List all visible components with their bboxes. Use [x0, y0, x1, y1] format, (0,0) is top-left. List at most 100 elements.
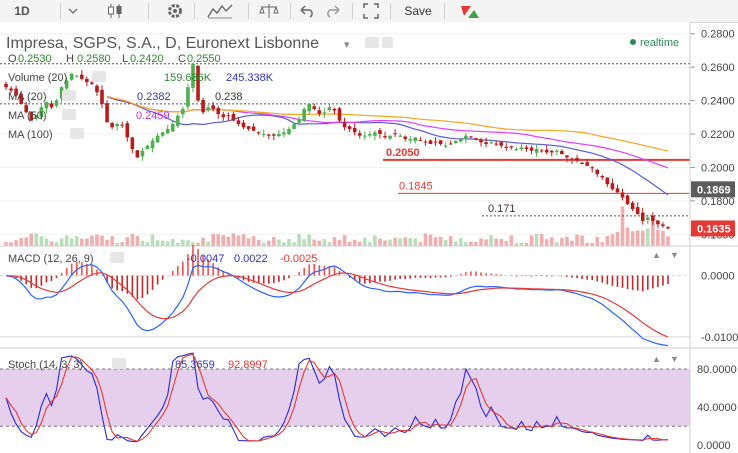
visibility-icon[interactable]: [112, 358, 126, 369]
stoch-k-value: 85.3659: [175, 359, 215, 371]
visibility-icon[interactable]: [110, 252, 124, 263]
candle-body: [398, 135, 402, 137]
candle-body: [661, 224, 665, 226]
volume-bar: [120, 242, 125, 246]
level-label: 0.171: [488, 203, 516, 215]
price-tick-label: 0.2800: [701, 29, 735, 41]
candle-body: [352, 127, 357, 133]
volume-bar: [297, 233, 301, 246]
volume-bar: [105, 239, 109, 246]
candle-body: [80, 74, 84, 79]
price-tick-label: 0.2200: [701, 129, 735, 141]
candle-body: [524, 147, 529, 150]
candle-body: [514, 149, 519, 151]
volume-bar: [201, 237, 205, 246]
candle-body: [226, 115, 231, 117]
visibility-icon[interactable]: [365, 37, 379, 48]
candle-body: [186, 87, 190, 107]
interval-dropdown-icon[interactable]: [66, 0, 80, 21]
candle-body: [44, 102, 49, 109]
redo-icon[interactable]: [322, 0, 344, 21]
visibility-icon[interactable]: [62, 90, 76, 101]
candle-body: [630, 202, 635, 210]
volume-bar: [226, 236, 231, 246]
ma100-legend-name: MA (100): [8, 129, 53, 141]
volume-bar: [666, 236, 670, 246]
volume-bar: [479, 238, 483, 246]
candle-body: [357, 133, 362, 136]
volume-bar: [317, 240, 322, 246]
volume-bar: [302, 239, 306, 246]
candle-body: [90, 82, 94, 84]
price-tick-label: 0.2000: [701, 162, 735, 174]
pane-up-icon[interactable]: ▲: [652, 250, 661, 260]
volume-bar: [625, 227, 630, 246]
save-button[interactable]: Save: [398, 0, 438, 21]
logo-icon[interactable]: [456, 0, 484, 21]
candle-body: [474, 138, 478, 140]
volume-bar: [408, 238, 413, 246]
candle-body: [585, 162, 589, 166]
volume-bar: [170, 238, 175, 246]
volume-bar: [428, 234, 433, 246]
macd-tick-label: 0.0000: [701, 271, 735, 283]
pane-down-icon[interactable]: ▼: [670, 354, 679, 364]
settings-icon[interactable]: [160, 0, 190, 21]
candle-body: [453, 140, 458, 143]
volume-bar: [362, 237, 367, 246]
volume-bar: [453, 241, 458, 246]
volume-bar: [59, 238, 64, 246]
visibility-icon[interactable]: [62, 109, 76, 120]
candle-body: [595, 169, 600, 175]
volume-bar: [231, 233, 236, 246]
candle-body: [342, 122, 347, 128]
level-label: 0.1845: [399, 180, 433, 192]
candle-body: [216, 108, 221, 114]
pane-down-icon[interactable]: ▼: [670, 250, 679, 260]
volume-bar: [39, 236, 44, 246]
toolbar-divider: [352, 3, 353, 19]
volume-bar: [656, 229, 660, 246]
volume-bar: [368, 242, 372, 246]
title-dropdown-icon[interactable]: ▾: [344, 39, 350, 51]
indicators-icon[interactable]: [200, 0, 240, 21]
candle-body: [317, 110, 322, 114]
pane-up-icon[interactable]: ▲: [652, 354, 661, 364]
candle-body: [261, 134, 266, 135]
volume-bar: [570, 240, 574, 246]
visibility-icon[interactable]: [70, 128, 84, 139]
ma50-legend-name: MA (50): [8, 110, 47, 122]
toolbar-divider: [390, 3, 391, 19]
volume-bar: [80, 238, 84, 246]
volume-bar: [645, 228, 650, 246]
candle-body: [337, 108, 342, 121]
candle-body: [95, 85, 99, 93]
compare-icon[interactable]: [254, 0, 284, 21]
volume-bar: [484, 239, 488, 246]
ma20-value: 0.2382: [137, 91, 171, 103]
settings-icon[interactable]: [382, 37, 393, 48]
volume-bar: [403, 237, 408, 246]
candle-body: [231, 113, 236, 121]
realtime-dot-icon: [630, 39, 636, 45]
visibility-icon[interactable]: [92, 71, 106, 82]
volume-bar: [14, 240, 18, 246]
volume-bar: [509, 235, 514, 246]
fullscreen-icon[interactable]: [358, 0, 384, 21]
candle-body: [302, 108, 306, 121]
stoch-legend-name: Stoch (14, 3, 3): [8, 359, 83, 371]
candle-body: [170, 123, 175, 132]
candle-body: [519, 147, 524, 150]
candle-body: [145, 145, 150, 150]
undo-icon[interactable]: [296, 0, 318, 21]
volume-bar: [216, 234, 221, 246]
chart-title: Impresa, SGPS, S.A., D, Euronext Lisbonn…: [6, 35, 319, 52]
volume-bar: [287, 238, 291, 246]
candle-body: [282, 132, 286, 135]
candles-icon[interactable]: [100, 0, 130, 21]
chart-canvas[interactable]: 0.238 0.2050 0.1845 0.171 0.2800 0.2600 0.240…: [0, 22, 738, 453]
volume-bar: [610, 234, 615, 246]
volume-bar: [266, 240, 271, 246]
interval-selector[interactable]: 1D: [4, 0, 40, 21]
macd-legend-name: MACD (12, 26, 9): [8, 253, 94, 265]
